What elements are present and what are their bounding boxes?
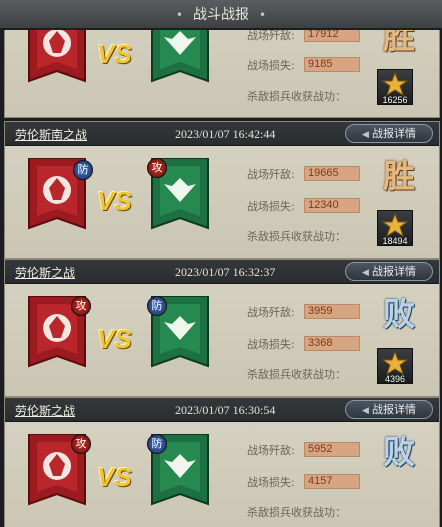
loss-value: 4157 [304,474,360,489]
report-detail-label: 战报详情 [371,127,416,140]
result-lose-icon: 败 [382,433,415,471]
report-detail-button[interactable]: ◀ 战报详情 [345,262,433,281]
kill-label: 战场歼敌: [247,306,295,319]
loot-label: 杀敌损兵收获战功： [247,368,346,381]
loss-value: 3368 [304,336,360,351]
merit-medal-icon: 16256 [377,69,413,105]
merit-medal-icon: 4396 [377,348,413,384]
attack-badge-icon: 攻 [147,158,167,178]
merit-value: 16256 [382,95,408,105]
merit-medal-icon: 18494 [377,210,413,246]
report-detail-label: 战报详情 [371,265,416,278]
window-title-bar: • 战斗战报 • [0,0,442,30]
battle-card: 劳伦斯南之战 2023/01/07 16:42:44 ◀ 战报详情 防 VS 攻 … [4,121,440,259]
loot-label: 杀敌损兵收获战功： [247,230,346,243]
battle-report-list[interactable]: VS 战场歼敌: 17912 战场损失: 9185 杀敌损兵收获战功： 胜 16… [4,0,440,527]
vs-label: VS [97,186,132,216]
attack-badge-icon: 攻 [71,296,91,316]
title-dot-left: • [175,8,183,22]
loot-label: 杀敌损兵收获战功： [247,506,346,519]
defense-badge-icon: 防 [147,434,167,454]
report-detail-button[interactable]: ◀ 战报详情 [345,400,433,419]
card-header: 劳伦斯之战 2023/01/07 16:32:37 ◀ 战报详情 [5,260,439,284]
defense-badge-icon: 防 [73,160,93,180]
chevron-left-icon: ◀ [362,268,369,278]
title-dot-right: • [259,8,267,22]
battle-time: 2023/01/07 16:32:37 [175,265,276,279]
loss-label: 战场损失: [247,200,295,213]
report-detail-button[interactable]: ◀ 战报详情 [345,124,433,143]
window-title: 战斗战报 [193,7,249,23]
loss-label: 战场损失: [247,59,295,72]
kill-value: 3959 [304,304,360,319]
battle-card: 劳伦斯之战 2023/01/07 16:32:37 ◀ 战报详情 攻 VS 防 战… [4,259,440,397]
card-header: 劳伦斯南之战 2023/01/07 16:42:44 ◀ 战报详情 [5,122,439,146]
battle-name-link[interactable]: 劳伦斯之战 [15,402,75,419]
card-header: 劳伦斯之战 2023/01/07 16:30:54 ◀ 战报详情 [5,398,439,422]
battle-time: 2023/01/07 16:42:44 [175,127,276,141]
battle-time: 2023/01/07 16:30:54 [175,403,276,417]
merit-value: 18494 [382,236,408,246]
kill-value: 19665 [304,166,360,181]
kill-label: 战场歼敌: [247,168,295,181]
chevron-left-icon: ◀ [362,130,369,140]
vs-label: VS [97,39,132,69]
result-lose-icon: 败 [382,295,415,333]
result-win-icon: 胜 [382,157,415,195]
battle-name-link[interactable]: 劳伦斯之战 [15,264,75,281]
kill-value: 5952 [304,442,360,457]
attack-badge-icon: 攻 [71,434,91,454]
vs-label: VS [97,324,132,354]
loss-value: 9185 [304,57,360,72]
defense-badge-icon: 防 [147,296,167,316]
battle-card: 劳伦斯之战 2023/01/07 16:30:54 ◀ 战报详情 攻 VS 防 战… [4,397,440,527]
loot-label: 杀敌损兵收获战功： [247,90,346,103]
loss-value: 12340 [304,198,360,213]
loss-label: 战场损失: [247,476,295,489]
chevron-left-icon: ◀ [362,406,369,416]
report-detail-label: 战报详情 [371,403,416,416]
loss-label: 战场损失: [247,338,295,351]
merit-value: 4396 [384,374,406,384]
kill-label: 战场歼敌: [247,444,295,457]
battle-name-link[interactable]: 劳伦斯南之战 [15,126,87,143]
vs-label: VS [97,462,132,492]
